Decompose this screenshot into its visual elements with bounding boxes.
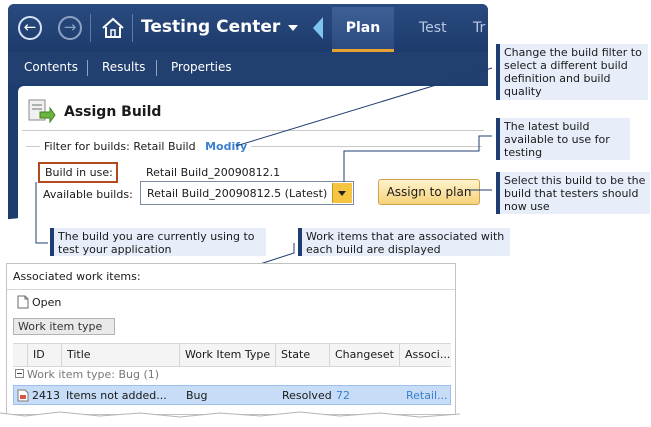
annotation-workitems: Work items that are associated with each… (298, 228, 510, 256)
table-row[interactable]: 2413 Items not added... Bug Resolved 72 … (13, 385, 451, 405)
group-row-label: Work item type: Bug (1) (27, 368, 160, 381)
grid-header: ID Title Work Item Type State Changeset … (13, 343, 451, 367)
annotation-filter: Change the build filter to select a diff… (496, 44, 648, 100)
torn-edge (0, 411, 460, 427)
group-by-box[interactable]: Work item type (13, 318, 115, 335)
column-work-item-type[interactable]: Work Item Type (185, 348, 270, 361)
open-button[interactable]: Open (32, 296, 61, 309)
cell-title: Items not added... (66, 389, 167, 402)
cell-state: Resolved (282, 389, 332, 402)
column-associated[interactable]: Associ... (405, 348, 450, 361)
annotation-current: The build you are currently using to tes… (50, 228, 266, 256)
column-state[interactable]: State (281, 348, 310, 361)
work-items-title: Associated work items: (13, 270, 141, 283)
cell-associated-link[interactable]: Retail... (406, 389, 448, 402)
group-row[interactable]: Work item type: Bug (1) (13, 366, 451, 384)
column-id[interactable]: ID (33, 348, 45, 361)
column-changeset[interactable]: Changeset (335, 348, 394, 361)
divider (7, 289, 455, 290)
cell-id: 2413 (32, 389, 60, 402)
annotation-select: Select this build to be the build that t… (496, 172, 650, 214)
annotation-latest: The latest build available to use for te… (496, 118, 630, 160)
bug-icon (17, 389, 29, 402)
open-icon[interactable] (17, 295, 29, 309)
associated-work-items-window: Associated work items: Open Work item ty… (6, 263, 456, 415)
column-title[interactable]: Title (67, 348, 91, 361)
collapse-icon[interactable] (15, 369, 24, 378)
cell-type: Bug (186, 389, 208, 402)
cell-changeset-link[interactable]: 72 (336, 389, 350, 402)
